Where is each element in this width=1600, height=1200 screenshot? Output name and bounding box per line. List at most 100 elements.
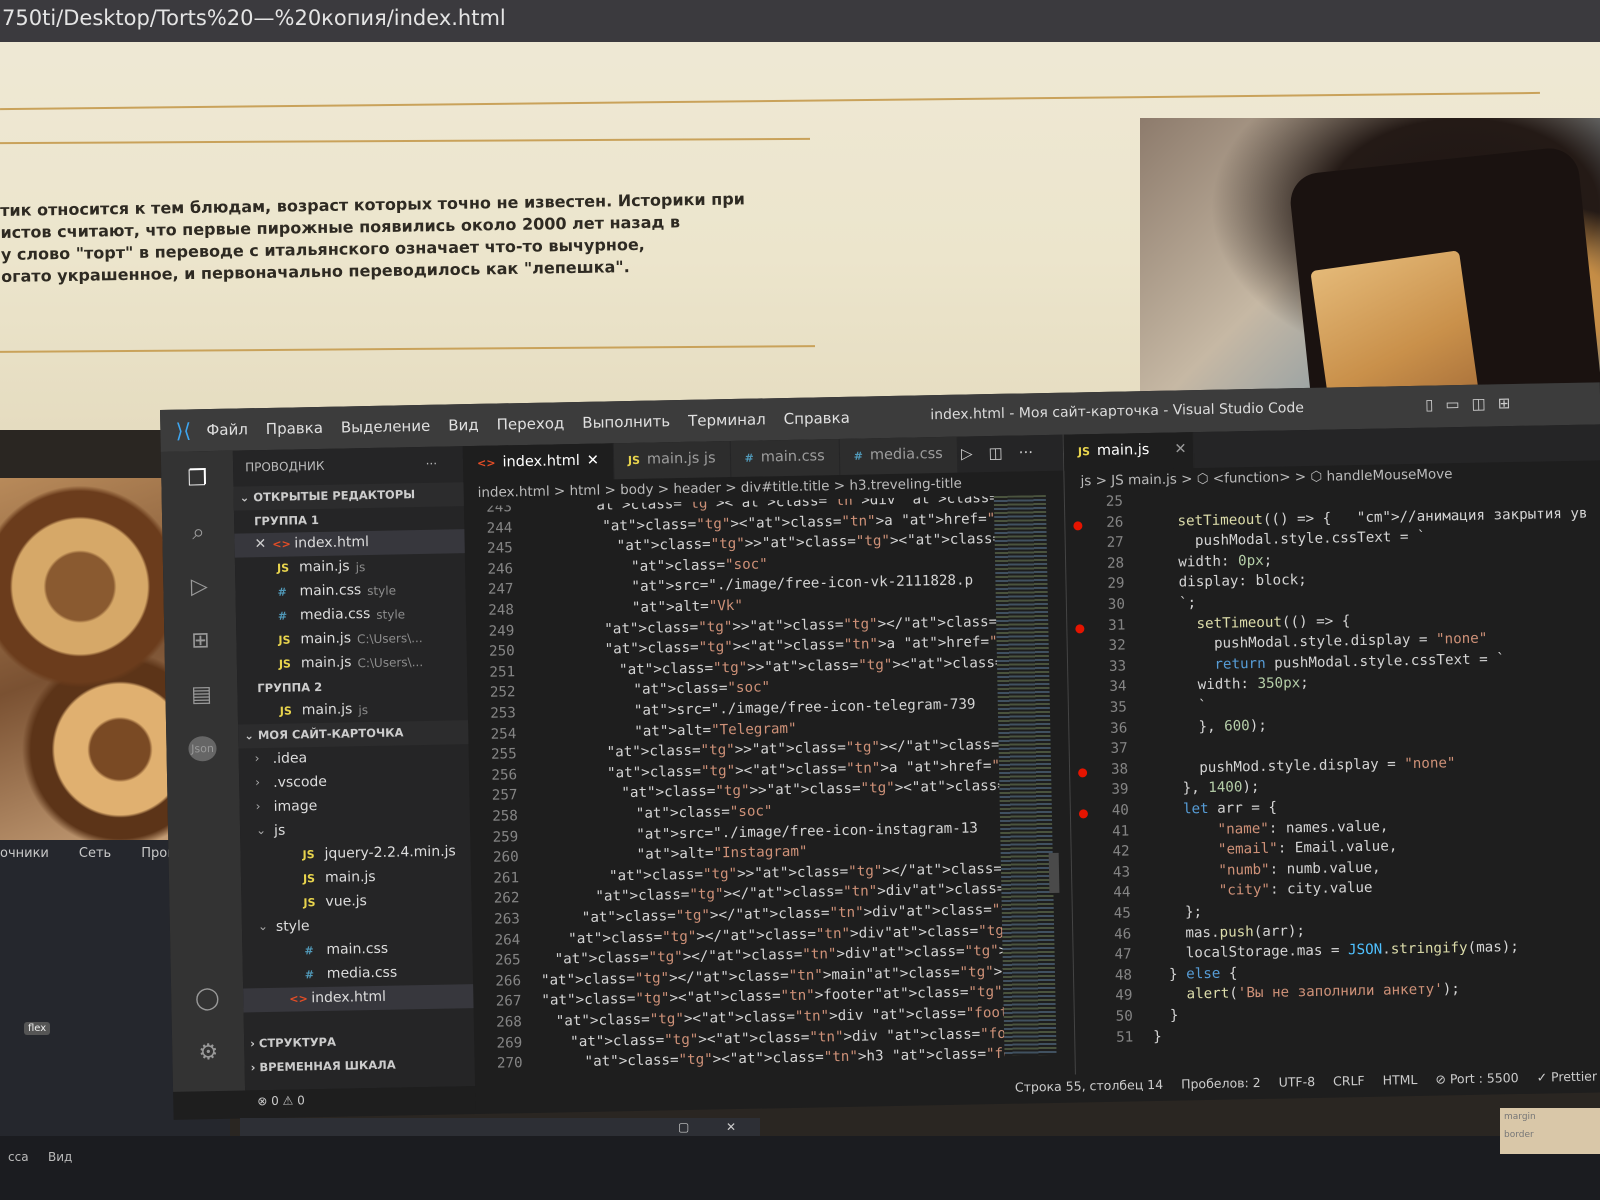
- code-line[interactable]: let arr = {: [1149, 800, 1277, 818]
- code-line[interactable]: "at">alt="Vk": [632, 598, 743, 616]
- devtools-bottom-tab[interactable]: сса: [8, 1150, 29, 1164]
- menu-item[interactable]: Правка: [266, 419, 323, 438]
- code-line[interactable]: "name": names.value,: [1149, 818, 1388, 839]
- toggle-panel-icon[interactable]: ▭: [1445, 395, 1460, 413]
- status-item[interactable]: UTF-8: [1278, 1074, 1315, 1095]
- status-item[interactable]: HTML: [1383, 1072, 1418, 1093]
- code-line[interactable]: "city": city.value: [1150, 880, 1373, 900]
- status-item[interactable]: Строка 55, столбец 14: [1015, 1077, 1164, 1100]
- account-icon[interactable]: ◯: [171, 971, 244, 1026]
- toggle-sidebar-icon[interactable]: ▯: [1425, 396, 1434, 414]
- timeline-section[interactable]: › ВРЕМЕННАЯ ШКАЛА: [244, 1052, 474, 1080]
- code-line[interactable]: "at">src="./image/free-icon-vk-2111828.p: [631, 573, 973, 596]
- code-line[interactable]: }, 1400);: [1148, 779, 1259, 797]
- problems-status[interactable]: ⊗ 0 ⚠ 0: [245, 1086, 476, 1115]
- split-editor-icon[interactable]: ◫: [988, 444, 1003, 462]
- run-debug-icon[interactable]: ▷: [163, 559, 236, 614]
- code-line[interactable]: };: [1151, 904, 1202, 921]
- code-line[interactable]: width: 350px;: [1146, 675, 1309, 694]
- file-item[interactable]: <> index.html: [243, 984, 474, 1013]
- code-line[interactable]: "at">src="./image/free-icon-instagram-13: [636, 820, 978, 843]
- devtools-bottom-tab[interactable]: Вид: [48, 1150, 72, 1164]
- tab-main-js[interactable]: JS main.js ✕: [1063, 432, 1195, 471]
- menu-item[interactable]: Справка: [784, 409, 850, 428]
- code-line[interactable]: "at">class="tg">>"at">class="tg"><"at">c…: [617, 530, 1005, 554]
- search-icon[interactable]: ⌕: [162, 505, 235, 560]
- close-tab-icon[interactable]: ✕: [587, 453, 600, 480]
- code-editor-right[interactable]: 25 26 setTimeout(() => { "cm">//анимация …: [1065, 484, 1600, 1054]
- flex-badge[interactable]: flex: [24, 1022, 51, 1035]
- code-line[interactable]: `;: [1145, 595, 1196, 612]
- extensions-icon[interactable]: ⊞: [164, 613, 237, 668]
- tab-media-css[interactable]: # media.css: [839, 436, 959, 475]
- code-line[interactable]: "at">class="soc": [633, 680, 770, 699]
- code-line[interactable]: display: block;: [1144, 572, 1307, 591]
- file-item[interactable]: JS jquery-2.2.4.min.js: [240, 840, 470, 868]
- close-editor-icon[interactable]: ✕: [254, 536, 266, 557]
- menu-item[interactable]: Вид: [448, 416, 479, 435]
- minimap[interactable]: [993, 495, 1057, 1056]
- code-line[interactable]: setTimeout(() => {: [1145, 613, 1350, 633]
- code-line[interactable]: alert('Вы не заполнили анкету');: [1152, 982, 1460, 1004]
- breakpoint-icon[interactable]: [1078, 768, 1088, 778]
- maximize-icon[interactable]: ▢: [678, 1120, 689, 1134]
- toggle-secondary-sidebar-icon[interactable]: ◫: [1471, 395, 1486, 413]
- code-line[interactable]: setTimeout(() => { "cm">//анимация закры…: [1143, 505, 1587, 530]
- json-extension-icon[interactable]: Json: [166, 721, 239, 776]
- code-line[interactable]: }, 600);: [1147, 717, 1267, 735]
- code-line[interactable]: "at">class="soc": [636, 803, 773, 822]
- run-icon[interactable]: ▷: [961, 444, 973, 462]
- tab-main-js-js[interactable]: JS main.js js: [613, 441, 731, 480]
- code-line[interactable]: "at">class="tg"></"at">class="tn">div"at…: [582, 901, 1005, 926]
- status-item[interactable]: ⊘ Port : 5500: [1435, 1070, 1519, 1092]
- menu-item[interactable]: Выполнить: [582, 412, 670, 432]
- customize-layout-icon[interactable]: ⊞: [1498, 394, 1511, 412]
- menu-item[interactable]: Переход: [496, 414, 564, 433]
- devtools-tab[interactable]: очники: [0, 846, 49, 861]
- explorer-icon[interactable]: ❐: [161, 451, 234, 506]
- code-line[interactable]: "at">class="tg"></"at">class="tn">div"at…: [568, 922, 1005, 947]
- code-line[interactable]: localStorage.mas = JSON.stringify(mas);: [1151, 939, 1519, 962]
- status-item[interactable]: ✓ Prettier: [1536, 1069, 1597, 1090]
- code-line[interactable]: "at">alt="Telegram": [634, 720, 797, 739]
- status-item[interactable]: Пробелов: 2: [1181, 1075, 1261, 1097]
- devtools-tab[interactable]: Сеть: [79, 846, 111, 861]
- code-line[interactable]: mas.push(arr);: [1151, 923, 1305, 942]
- breakpoint-icon[interactable]: [1078, 809, 1089, 819]
- settings-gear-icon[interactable]: ⚙: [172, 1025, 245, 1080]
- code-line[interactable]: `: [1147, 698, 1207, 715]
- code-line[interactable]: "at">src="./image/free-icon-telegram-739: [634, 696, 976, 719]
- scrollbar-thumb[interactable]: [1048, 852, 1060, 894]
- close-icon[interactable]: ✕: [726, 1120, 736, 1134]
- code-line[interactable]: "at">class="tg">>"at">class="tg"><"at">c…: [619, 653, 1005, 678]
- code-line[interactable]: "at">class="tg"></"at">class="tn">div"at…: [595, 880, 1005, 905]
- code-line[interactable]: }: [1153, 1028, 1162, 1044]
- code-line[interactable]: } else {: [1152, 965, 1238, 983]
- remote-explorer-icon[interactable]: ▤: [165, 667, 238, 722]
- code-line[interactable]: }: [1153, 1008, 1179, 1024]
- code-line[interactable]: pushMod.style.display = "none": [1148, 755, 1456, 777]
- code-line[interactable]: pushModal.style.cssText = `: [1144, 529, 1426, 550]
- menu-item[interactable]: Файл: [206, 420, 248, 439]
- code-line[interactable]: "numb": numb.value,: [1150, 859, 1381, 879]
- tab-index-html[interactable]: <> index.html ✕: [462, 443, 615, 483]
- code-line[interactable]: "at">alt="Instagram": [636, 844, 807, 863]
- breakpoint-icon[interactable]: [1075, 623, 1085, 634]
- status-item[interactable]: CRLF: [1333, 1073, 1365, 1094]
- more-actions-icon[interactable]: ···: [1019, 443, 1034, 461]
- tab-main-css[interactable]: # main.css: [730, 438, 841, 478]
- address-bar[interactable]: 750ti/Desktop/Torts%20—%20копия/index.ht…: [0, 0, 1600, 42]
- code-line[interactable]: width: 0px;: [1144, 552, 1272, 570]
- breakpoint-icon[interactable]: [1073, 520, 1083, 531]
- menu-item[interactable]: Выделение: [341, 417, 431, 437]
- code-line[interactable]: "at">class="tg"><"at">class="tn">a "at">…: [607, 757, 1005, 781]
- code-line[interactable]: "at">class="soc": [631, 556, 768, 575]
- code-line[interactable]: pushModal.style.display = "none": [1146, 631, 1488, 654]
- menu-item[interactable]: Терминал: [688, 410, 766, 429]
- code-line[interactable]: "at">class="tg">>"at">class="tg"><"at">c…: [621, 777, 1005, 801]
- code-line[interactable]: "email": Email.value,: [1150, 839, 1398, 860]
- more-actions-icon[interactable]: ···: [425, 457, 437, 483]
- code-line[interactable]: return pushModal.style.cssText = `: [1146, 651, 1505, 674]
- close-tab-icon[interactable]: ✕: [1174, 441, 1187, 468]
- code-editor-left[interactable]: 243 "at">class="tg"><"at">class="tn">div …: [464, 496, 1005, 1086]
